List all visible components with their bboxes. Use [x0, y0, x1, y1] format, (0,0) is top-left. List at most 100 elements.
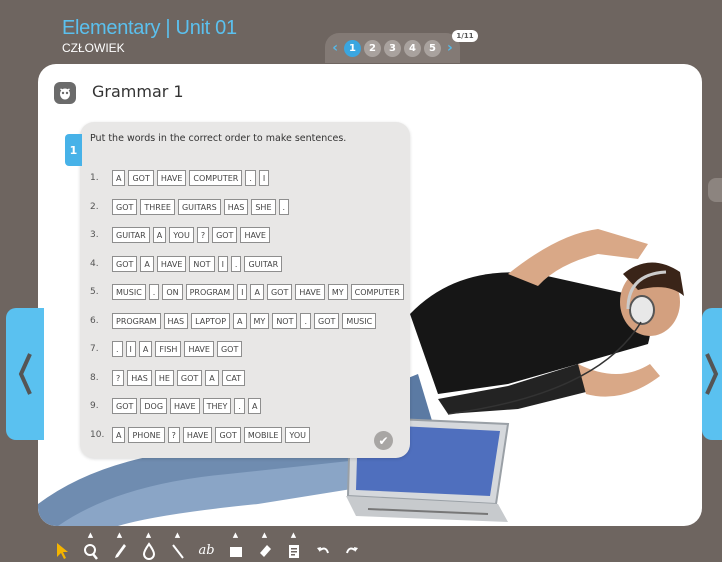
word-tile[interactable]: GOT — [216, 341, 243, 358]
word-tile[interactable]: HAVE — [156, 255, 187, 272]
word-tile[interactable]: A — [205, 369, 219, 386]
word-tile[interactable]: GOT — [212, 227, 238, 244]
pager-next-button[interactable]: › — [444, 40, 456, 56]
word-tile[interactable]: THEY — [202, 398, 232, 415]
page-dot-5[interactable]: 5 — [424, 39, 441, 57]
undo-tool[interactable] — [311, 532, 334, 560]
word-tile[interactable]: A — [233, 312, 247, 329]
word-tile[interactable]: NOT — [272, 312, 298, 329]
caret-up-icon: ▲ — [116, 531, 123, 539]
rectangle-tool[interactable]: ▲ — [224, 532, 247, 560]
word-tile[interactable]: HAVE — [156, 170, 187, 187]
redo-tool[interactable] — [340, 532, 363, 560]
chevron-right-icon — [705, 353, 719, 395]
page-dot-3[interactable]: 3 — [384, 39, 401, 57]
check-answers-button[interactable]: ✔ — [374, 431, 393, 450]
clipboard-tool[interactable]: ▲ — [282, 532, 305, 560]
word-tile[interactable]: MUSIC — [112, 284, 146, 301]
word-tile[interactable]: COMPUTER — [350, 284, 404, 301]
word-tile[interactable]: SHE — [251, 198, 276, 215]
word-tile[interactable]: . — [300, 312, 312, 329]
word-tile[interactable]: PROGRAM — [112, 312, 161, 329]
word-tile[interactable]: CAT — [221, 369, 246, 386]
word-tile[interactable]: I — [217, 255, 228, 272]
word-tile[interactable]: GOT — [215, 426, 241, 443]
word-tile[interactable]: HAVE — [295, 284, 325, 301]
clipboard-icon — [288, 545, 299, 558]
word-tile[interactable]: MY — [249, 312, 270, 329]
word-tile[interactable]: HAVE — [182, 426, 213, 443]
word-tile[interactable]: I — [237, 284, 248, 301]
word-tile[interactable]: GOT — [112, 198, 138, 215]
word-tile[interactable]: A — [112, 170, 126, 187]
sentence-row: 9. GOT DOG HAVE THEY. A — [90, 392, 407, 421]
word-tile[interactable]: YOU — [169, 227, 194, 244]
word-tile[interactable]: . — [234, 398, 245, 415]
word-tile[interactable]: I — [258, 170, 270, 187]
word-tile[interactable]: A — [140, 255, 154, 272]
word-tile[interactable]: A — [138, 341, 153, 358]
page-dot-1[interactable]: 1 — [344, 39, 361, 57]
word-tile[interactable]: PHONE — [128, 426, 165, 443]
word-tile[interactable]: PROGRAM — [185, 284, 235, 301]
caret-up-icon: ▲ — [290, 531, 297, 539]
eraser-tool[interactable]: ▲ — [253, 532, 276, 560]
word-tile[interactable]: I — [125, 341, 136, 358]
ink-tool[interactable]: ▲ — [137, 532, 160, 560]
sentence-row: 10. A PHONE? HAVE GOT MOBILE YOU — [90, 421, 407, 450]
pointer-tool[interactable] — [50, 532, 73, 560]
word-tile[interactable]: GOT — [314, 312, 340, 329]
word-tile[interactable]: GUITARS — [177, 198, 221, 215]
word-tile[interactable]: GOT — [112, 255, 138, 272]
word-tile[interactable]: LAPTOP — [191, 312, 231, 329]
word-tile[interactable]: THREE — [140, 198, 175, 215]
word-tile[interactable]: GOT — [266, 284, 293, 301]
side-menu-tab[interactable] — [708, 178, 722, 202]
pager-prev-button[interactable]: ‹ — [329, 40, 341, 56]
word-tile[interactable]: HAVE — [170, 398, 200, 415]
word-tile[interactable]: . — [245, 170, 256, 187]
word-tile[interactable]: ON — [162, 284, 183, 301]
word-tile[interactable]: GOT — [176, 369, 203, 386]
word-tile[interactable]: MY — [327, 284, 348, 301]
line-tool[interactable]: ▲ — [166, 532, 189, 560]
word-tile[interactable]: HAS — [127, 369, 152, 386]
word-tile[interactable]: HE — [154, 369, 174, 386]
word-tile[interactable]: HAS — [223, 198, 249, 215]
sentence-number: 1. — [90, 173, 99, 184]
word-tile[interactable]: GOT — [128, 170, 154, 187]
page-dot-2[interactable]: 2 — [364, 39, 381, 57]
word-tile[interactable]: MOBILE — [243, 426, 283, 443]
word-tile[interactable]: DOG — [140, 398, 168, 415]
zoom-tool[interactable]: ▲ — [79, 532, 102, 560]
word-tile[interactable]: A — [250, 284, 264, 301]
word-tile[interactable]: . — [148, 284, 160, 301]
word-tile[interactable]: GUITAR — [244, 255, 283, 272]
word-tile[interactable]: HAS — [163, 312, 189, 329]
word-tile[interactable]: ? — [196, 227, 210, 244]
word-tile[interactable]: ? — [112, 369, 125, 386]
word-tile[interactable]: MUSIC — [342, 312, 377, 329]
text-tool[interactable]: ab — [195, 532, 218, 560]
word-tile[interactable]: NOT — [189, 255, 215, 272]
word-tile[interactable]: . — [230, 255, 242, 272]
word-tile[interactable]: YOU — [285, 426, 310, 443]
word-tile[interactable]: HAVE — [184, 341, 214, 358]
word-tile[interactable]: FISH — [155, 341, 182, 358]
word-tile[interactable]: COMPUTER — [189, 170, 243, 187]
word-tile[interactable]: GOT — [112, 398, 138, 415]
word-tile[interactable]: A — [152, 227, 167, 244]
word-tile[interactable]: A — [247, 398, 262, 415]
next-page-button[interactable] — [702, 308, 722, 440]
page-dot-4[interactable]: 4 — [404, 39, 421, 57]
word-tile[interactable]: . — [278, 198, 290, 215]
previous-page-button[interactable] — [6, 308, 44, 440]
chevron-left-icon — [18, 353, 32, 395]
word-tile[interactable]: . — [112, 341, 123, 358]
caret-up-icon: ▲ — [87, 531, 94, 539]
word-tile[interactable]: HAVE — [240, 227, 270, 244]
word-tile[interactable]: A — [112, 426, 126, 443]
word-tile[interactable]: GUITAR — [112, 227, 150, 244]
pen-tool[interactable]: ▲ — [108, 532, 131, 560]
word-tile[interactable]: ? — [167, 426, 180, 443]
